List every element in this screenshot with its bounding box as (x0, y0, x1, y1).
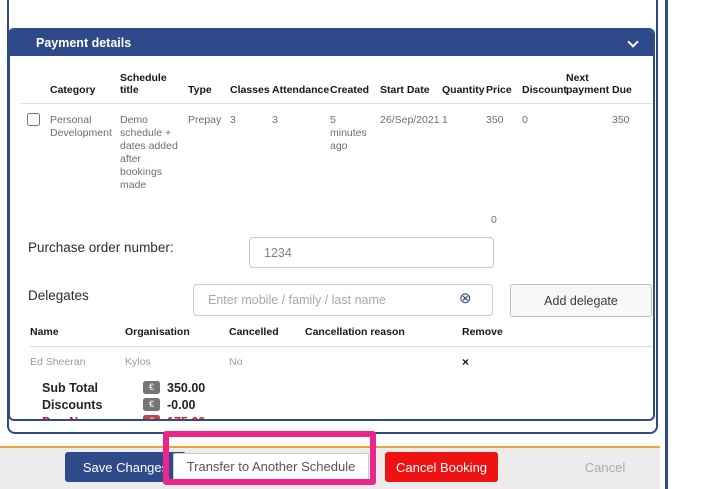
schedule-table-header-row: Category Schedule title Type Classes Att… (21, 72, 655, 104)
add-delegate-button[interactable]: Add delegate (510, 284, 652, 317)
sub-total-value: 350.00 (167, 381, 205, 395)
schedule-table: Category Schedule title Type Classes Att… (21, 72, 655, 192)
euro-badge-icon: € (143, 381, 160, 394)
delegates-label: Delegates (28, 288, 89, 303)
cell-discount: 0 (519, 104, 563, 193)
cell-classes: 3 (227, 104, 269, 193)
cancel-button[interactable]: Cancel (560, 452, 650, 482)
col-type: Type (185, 72, 227, 104)
remove-delegate-icon[interactable]: × (462, 347, 655, 370)
viewport-right-border (665, 0, 668, 489)
cell-due: 350 (609, 104, 655, 193)
col-cancellation-reason: Cancellation reason (305, 326, 462, 347)
cell-price: 350 (483, 104, 519, 193)
cell-delegate-name: Ed Sheeran (30, 347, 125, 370)
payment-details-header[interactable]: Payment details (10, 30, 653, 56)
discounts-label: Discounts (42, 398, 143, 412)
cell-delegate-cancellation-reason (305, 347, 462, 370)
purchase-order-input[interactable] (249, 237, 494, 268)
purchase-order-label: Purchase order number: (28, 240, 174, 255)
col-due: Due (609, 72, 655, 104)
euro-badge-icon: € (143, 398, 160, 411)
col-select (21, 72, 47, 104)
sub-total-label: Sub Total (42, 381, 143, 395)
col-remove: Remove (462, 326, 655, 347)
col-discount: Discount (519, 72, 563, 104)
discounts-value: -0.00 (167, 398, 196, 412)
save-changes-button[interactable]: Save Changes (65, 452, 186, 482)
delegates-table: Name Organisation Cancelled Cancellation… (30, 326, 655, 369)
cell-schedule-title: Demo schedule + dates added after bookin… (117, 104, 185, 193)
cell-start-date: 26/Sep/2021 (377, 104, 439, 193)
col-category: Category (47, 72, 117, 104)
col-quantity: Quantity (439, 72, 483, 104)
col-price: Price (483, 72, 519, 104)
due-now-label: Due Now (42, 415, 143, 422)
transfer-schedule-button[interactable]: Transfer to Another Schedule (173, 453, 369, 480)
col-cancelled: Cancelled (229, 326, 305, 347)
delegate-row: Ed Sheeran Kylos No × (30, 347, 655, 370)
cell-type: Prepay (185, 104, 227, 193)
totals-section: Sub Total € 350.00 Discounts € -0.00 Due… (42, 379, 205, 421)
euro-badge-icon: € (143, 415, 160, 421)
cell-next-payment (563, 104, 609, 193)
col-start-date: Start Date (377, 72, 439, 104)
col-next-payment: Next payment (563, 72, 609, 104)
clear-search-icon[interactable]: ⊗ (459, 291, 472, 306)
delegate-search-input[interactable] (193, 284, 493, 316)
col-classes: Classes (227, 72, 269, 104)
cell-quantity: 1 (439, 104, 483, 193)
chevron-down-icon[interactable] (627, 36, 638, 47)
delegates-table-header-row: Name Organisation Cancelled Cancellation… (30, 326, 655, 347)
schedule-total-discount: 0 (491, 214, 509, 226)
cell-attendance: 3 (269, 104, 327, 193)
cell-delegate-organisation: Kylos (125, 347, 229, 370)
schedule-row-checkbox[interactable] (27, 113, 40, 126)
cell-created: 5 minutes ago (327, 104, 377, 193)
payment-details-panel: Payment details Category Schedule title … (8, 28, 655, 421)
col-organisation: Organisation (125, 326, 229, 347)
cancel-booking-button[interactable]: Cancel Booking (385, 452, 498, 482)
sub-total-row: Sub Total € 350.00 (42, 379, 205, 396)
col-schedule-title: Schedule title (117, 72, 185, 104)
discounts-row: Discounts € -0.00 (42, 396, 205, 413)
panel-title: Payment details (36, 36, 131, 50)
col-created: Created (327, 72, 377, 104)
schedule-table-row: Personal Development Demo schedule + dat… (21, 104, 655, 193)
cell-delegate-cancelled: No (229, 347, 305, 370)
due-now-row: Due Now € 175.00 (42, 413, 205, 421)
cell-category: Personal Development (47, 104, 117, 193)
due-now-value: 175.00 (167, 415, 205, 422)
col-name: Name (30, 326, 125, 347)
col-attendance: Attendance (269, 72, 327, 104)
